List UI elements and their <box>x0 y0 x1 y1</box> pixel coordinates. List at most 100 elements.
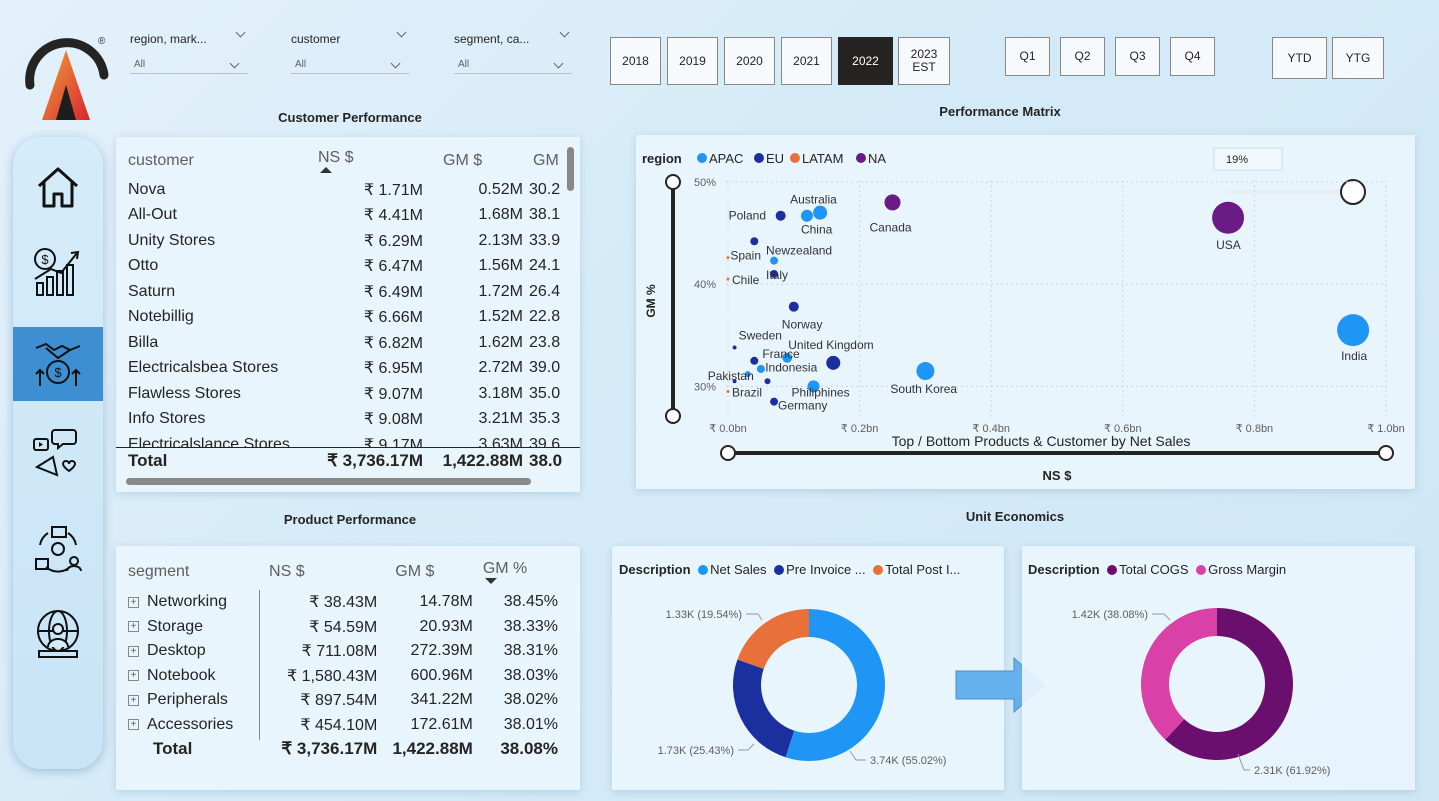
year-button-2020[interactable]: 2020 <box>724 37 775 85</box>
year-button-2021[interactable]: 2021 <box>781 37 832 85</box>
donut-slice[interactable] <box>733 659 795 758</box>
table-row[interactable]: Electricalsbea Stores ₹ 6.95M 2.72M 39.0 <box>128 356 568 382</box>
legend-item-eu[interactable]: EU <box>754 151 784 166</box>
table-row[interactable]: Billa ₹ 6.82M 1.62M 23.8 <box>128 330 568 356</box>
y-range-handle-bottom[interactable] <box>665 408 681 424</box>
table-row[interactable]: Saturn ₹ 6.49M 1.72M 26.4 <box>128 279 568 305</box>
scatter-point[interactable] <box>826 355 841 370</box>
table-row[interactable]: + Networking ₹ 38.43M 14.78M 38.45% <box>128 590 558 615</box>
scatter-point[interactable] <box>916 362 935 381</box>
scatter-point[interactable] <box>884 194 901 211</box>
slicer-region[interactable]: region, mark... All <box>130 27 250 82</box>
slicer-segment-label: segment, ca... <box>454 32 530 46</box>
slicer-customer-dropdown[interactable]: All <box>291 56 409 74</box>
expand-icon[interactable]: + <box>128 694 139 706</box>
quarter-button-q2[interactable]: Q2 <box>1060 37 1105 76</box>
col-header-customer[interactable]: customer <box>128 145 308 177</box>
point-label: Canada <box>870 220 912 234</box>
table-row[interactable]: Info Stores ₹ 9.08M 3.21M 35.3 <box>128 407 568 433</box>
expand-icon[interactable]: + <box>128 621 139 633</box>
expand-icon[interactable]: + <box>128 719 139 731</box>
x-range-handle-right[interactable] <box>1378 445 1394 461</box>
legend-item-na[interactable]: NA <box>856 151 886 166</box>
quarter-button-q4[interactable]: Q4 <box>1170 37 1215 76</box>
year-button-2018[interactable]: 2018 <box>610 37 661 85</box>
quarter-button-q1[interactable]: Q1 <box>1005 37 1050 76</box>
scatter-point[interactable] <box>1337 314 1370 347</box>
scatter-point[interactable] <box>764 378 771 385</box>
col-header-gm[interactable]: GM $ <box>423 145 523 177</box>
scatter-point[interactable] <box>813 205 828 220</box>
scatter-point[interactable] <box>732 345 737 350</box>
ytg-button[interactable]: YTG <box>1332 37 1384 79</box>
table-row[interactable]: + Storage ₹ 54.59M 20.93M 38.33% <box>128 615 558 640</box>
y-range-handle-top[interactable] <box>665 174 681 190</box>
slicer-region-dropdown[interactable]: All <box>130 56 248 74</box>
table-row[interactable]: Unity Stores ₹ 6.29M 2.13M 33.9 <box>128 228 568 254</box>
table-row[interactable]: + Accessories ₹ 454.10M 172.61M 38.01% <box>128 713 558 738</box>
quarter-button-q3[interactable]: Q3 <box>1115 37 1160 76</box>
scatter-point[interactable] <box>756 364 765 373</box>
table-row[interactable]: + Desktop ₹ 711.08M 272.39M 38.31% <box>128 639 558 664</box>
scatter-point[interactable] <box>770 397 779 406</box>
scatter-point[interactable] <box>788 301 799 312</box>
scatter-point[interactable] <box>775 210 786 221</box>
col-header-ns[interactable]: NS $ <box>263 554 377 590</box>
total-gm: 1,422.88M <box>442 450 523 470</box>
expand-icon[interactable]: + <box>128 596 139 608</box>
nav-finance[interactable]: $ <box>13 235 103 309</box>
nav-executive[interactable] <box>13 597 103 671</box>
vertical-scrollbar[interactable] <box>567 147 574 191</box>
slicer-segment[interactable]: segment, ca... All <box>454 27 574 82</box>
donut-slice[interactable] <box>737 609 809 669</box>
nav-sales[interactable]: $ <box>13 327 103 401</box>
scatter-point[interactable] <box>732 379 737 384</box>
chevron-down-icon[interactable] <box>559 27 570 38</box>
horizontal-scrollbar[interactable] <box>126 478 531 485</box>
table-row[interactable]: + Peripherals ₹ 897.54M 341.22M 38.02% <box>128 688 558 713</box>
donut-slice[interactable] <box>1141 608 1217 740</box>
col-header-gm-pct[interactable]: GM <box>523 145 568 177</box>
table-row[interactable]: + Notebook ₹ 1,580.43M 600.96M 38.03% <box>128 664 558 689</box>
x-axis-label: NS $ <box>1043 468 1073 483</box>
table-row[interactable]: Notebillig ₹ 6.66M 1.52M 22.8 <box>128 305 568 331</box>
scatter-point[interactable] <box>750 237 759 246</box>
scatter-point[interactable] <box>726 277 730 281</box>
col-header-gm-pct[interactable]: GM % <box>473 554 558 590</box>
slicer-segment-dropdown[interactable]: All <box>454 56 572 74</box>
table-row[interactable]: All-Out ₹ 4.41M 1.68M 38.1 <box>128 203 568 229</box>
legend-item-apac[interactable]: APAC <box>697 151 743 166</box>
nav-home[interactable] <box>13 150 103 224</box>
slicer-customer[interactable]: customer All <box>291 27 411 82</box>
scatter-point[interactable] <box>1212 201 1245 234</box>
scatter-point[interactable] <box>726 389 730 393</box>
table-row[interactable]: Nova ₹ 1.71M 0.52M 30.2 <box>128 177 568 203</box>
ytd-button[interactable]: YTD <box>1272 37 1327 79</box>
scatter-point[interactable] <box>750 356 759 365</box>
year-button-2023-est[interactable]: 2023 EST <box>898 37 950 85</box>
customer-name: All-Out <box>128 206 177 224</box>
nav-supply-chain[interactable] <box>13 512 103 586</box>
expand-icon[interactable]: + <box>128 645 139 657</box>
net-sales-value: ₹ 9.07M <box>363 385 423 403</box>
year-button-2022[interactable]: 2022 <box>838 37 893 85</box>
chevron-down-icon[interactable] <box>396 27 407 38</box>
net-sales-value: ₹ 4.41M <box>363 207 423 225</box>
nav-marketing[interactable] <box>13 417 103 491</box>
col-header-gm[interactable]: GM $ <box>377 554 473 590</box>
net-sales-value: ₹ 711.08M <box>301 643 378 661</box>
chevron-down-icon[interactable] <box>235 27 246 38</box>
scatter-point[interactable] <box>770 256 779 265</box>
gross-margin-value: 1.62M <box>478 333 523 351</box>
table-row[interactable]: Flawless Stores ₹ 9.07M 3.18M 35.0 <box>128 381 568 407</box>
slider-handle[interactable] <box>1340 179 1366 205</box>
expand-icon[interactable]: + <box>128 670 139 682</box>
scatter-point[interactable] <box>726 256 730 260</box>
scatter-point[interactable] <box>800 209 813 222</box>
col-header-ns[interactable]: NS $ <box>308 145 423 177</box>
x-range-handle-left[interactable] <box>720 445 736 461</box>
legend-item-latam[interactable]: LATAM <box>790 151 843 166</box>
table-row[interactable]: Otto ₹ 6.47M 1.56M 24.1 <box>128 254 568 280</box>
year-button-2019[interactable]: 2019 <box>667 37 718 85</box>
col-header-segment[interactable]: segment <box>128 554 263 590</box>
